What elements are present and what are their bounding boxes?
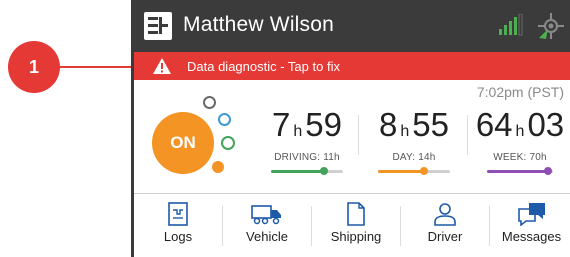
current-time: 7:02pm (PST) [476, 84, 564, 100]
nav-shipping[interactable]: Shipping [312, 194, 400, 257]
user-name[interactable]: Matthew Wilson [183, 13, 334, 37]
messages-icon [517, 203, 545, 226]
week-progress-bar [487, 167, 553, 175]
day-progress-fill [378, 170, 425, 173]
week-counter: 64 h03 WEEK: 70h [470, 106, 570, 175]
day-hours-unit: h [400, 123, 410, 140]
callout-badge: 1 [8, 41, 60, 93]
counter-divider [358, 115, 359, 155]
status-ring-icon [221, 136, 235, 150]
day-hours: 8 [379, 106, 398, 143]
warning-icon [153, 58, 171, 74]
nav-vehicle[interactable]: Vehicle [223, 194, 311, 257]
week-hours-unit: h [515, 123, 525, 140]
nav-vehicle-label: Vehicle [246, 229, 288, 244]
nav-logs[interactable]: Logs [134, 194, 222, 257]
week-hours: 64 [475, 106, 513, 143]
status-ring-icon [218, 113, 231, 126]
day-counter: 8 h55 DAY: 14h [366, 106, 462, 175]
driving-hours: 7 [272, 106, 291, 143]
duty-status-button[interactable]: ON [152, 112, 214, 174]
day-label: DAY: 14h [392, 152, 436, 163]
week-label: WEEK: 70h [493, 152, 547, 163]
week-minutes: 03 [527, 106, 565, 143]
driving-minutes: 59 [305, 106, 342, 143]
callout-line [58, 66, 140, 68]
duty-status-area[interactable]: ON [146, 92, 261, 187]
nav-messages[interactable]: Messages [490, 194, 570, 257]
device-screen: Matthew Wilson Data diagnostic - Tap to … [131, 0, 570, 257]
truck-icon [251, 205, 281, 225]
logs-icon [168, 202, 188, 226]
nav-logs-label: Logs [163, 229, 193, 244]
week-progress-knob [543, 167, 552, 175]
driving-counter: 7 h59 DRIVING: 11h [262, 106, 352, 175]
day-minutes: 55 [412, 106, 449, 143]
day-progress-knob [420, 167, 429, 175]
app-logo-icon [144, 12, 172, 40]
document-icon [347, 202, 365, 226]
alert-text: Data diagnostic - Tap to fix [187, 59, 340, 74]
gps-satellite-icon [538, 13, 564, 39]
signal-strength-icon [499, 14, 523, 36]
status-dot-icon [212, 161, 224, 173]
bottom-nav: Logs Vehicle Shipping Driver Messages [134, 193, 570, 257]
week-progress-fill [487, 170, 548, 173]
day-progress-bar [378, 167, 450, 175]
top-bar: Matthew Wilson [134, 0, 570, 52]
nav-messages-label: Messages [501, 229, 562, 244]
nav-shipping-label: Shipping [330, 229, 382, 244]
driving-label: DRIVING: 11h [274, 152, 340, 163]
diagnostic-alert-bar[interactable]: Data diagnostic - Tap to fix [134, 52, 570, 80]
status-ring-icon [203, 96, 216, 109]
nav-driver-label: Driver [427, 229, 463, 244]
driving-progress-knob [319, 167, 328, 175]
driving-progress-bar [271, 167, 343, 175]
nav-driver[interactable]: Driver [401, 194, 489, 257]
person-icon [434, 203, 456, 226]
driving-progress-fill [271, 170, 324, 173]
counter-divider [467, 115, 468, 155]
driving-hours-unit: h [293, 123, 303, 140]
